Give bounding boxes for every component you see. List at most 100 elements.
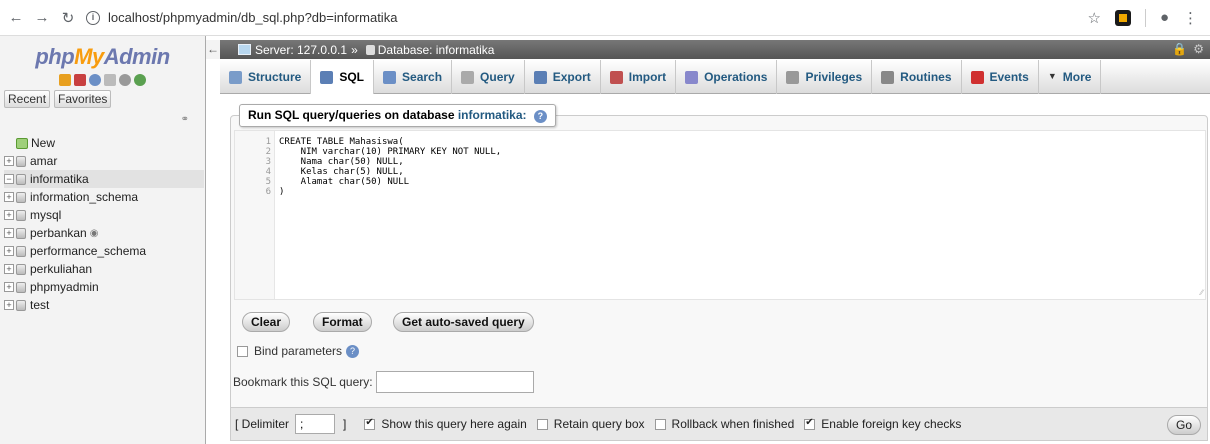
expand-icon[interactable]: + [4,228,14,238]
tree-item-label[interactable]: informatika [30,172,89,186]
phpmyadmin-logo[interactable]: phpMyAdmin [0,44,205,70]
nav-quick-icons [0,74,205,86]
help-icon[interactable]: ? [533,110,547,123]
tab-more[interactable]: ▼ More [1039,60,1102,94]
tree-item-label[interactable]: amar [30,154,57,168]
bind-parameters-checkbox[interactable] [237,345,248,357]
tree-item-label[interactable]: test [30,298,49,312]
account-icon[interactable]: ● [1160,9,1169,26]
expand-icon[interactable]: − [4,174,14,184]
help-icon[interactable] [89,74,101,86]
tab-routines[interactable]: Routines [872,60,962,94]
code-text: Nama char(50) NULL, [279,157,404,167]
help-icon[interactable]: ? [346,344,360,358]
get-autosaved-query-button[interactable]: Get auto-saved query [393,312,534,332]
reload-icon[interactable]: ↻ [58,8,78,28]
tab-import[interactable]: Import [601,60,677,94]
tree-item-label[interactable]: mysql [30,208,61,222]
star-icon[interactable]: ☆ [1087,9,1100,27]
sql-query-editor[interactable]: ⁄⁄ 1 CREATE TABLE Mahasiswa(2 NIM varchar… [234,130,1206,300]
tree-item-label[interactable]: perkuliahan [30,262,92,276]
tree-item-database[interactable]: + mysql [4,206,204,224]
database-icon [16,245,26,257]
favorites-tab[interactable]: Favorites [54,90,112,108]
delimiter-input[interactable] [295,414,336,434]
expand-icon[interactable]: + [4,210,14,220]
tab-export[interactable]: Export [525,60,601,94]
foreign-key-checks-checkbox[interactable] [804,417,816,430]
format-button[interactable]: Format [313,312,372,332]
rollback-checkbox[interactable] [654,418,666,430]
line-number: 6 [265,187,271,197]
recent-tab[interactable]: Recent [4,90,51,108]
reload-nav-icon[interactable] [134,74,146,86]
privileges-icon [786,70,800,84]
line-number: 5 [265,177,271,187]
logout-icon[interactable] [74,74,86,86]
tree-item-database[interactable]: + phpmyadmin [4,278,204,296]
kebab-menu-icon[interactable]: ⋮ [1183,9,1198,27]
collapse-nav-icon[interactable]: ← [206,40,220,59]
tree-item-label[interactable]: phpmyadmin [30,280,99,294]
tab-label: More [1062,70,1092,84]
expand-icon[interactable]: + [4,246,14,256]
sql-icon [320,70,334,84]
tree-item-database[interactable]: + test [4,296,204,314]
tab-sql[interactable]: SQL [311,60,375,94]
breadcrumb-database[interactable]: Database: informatika [378,43,495,57]
breadcrumb-server[interactable]: Server: 127.0.0.1 [255,43,347,57]
breadcrumb: ← Server: 127.0.0.1 » Database: informat… [206,40,1210,59]
expand-icon[interactable]: + [4,264,14,274]
tab-label: Privileges [805,70,863,84]
structure-icon [229,70,242,84]
show-hidden-eye-icon[interactable]: ◉ [90,228,99,239]
expand-icon[interactable]: + [4,192,14,202]
database-icon [16,299,26,311]
tree-item-database[interactable]: + performance_schema [4,242,204,260]
clear-button[interactable]: Clear [242,312,291,332]
info-icon[interactable]: i [86,10,100,25]
tab-events[interactable]: Events [962,60,1039,94]
tab-operations[interactable]: Operations [676,60,778,94]
tab-structure[interactable]: Structure [220,60,312,94]
tree-item-database[interactable]: + amar [4,152,204,170]
tab-search[interactable]: Search [374,60,453,94]
show-query-again-checkbox[interactable] [364,417,376,430]
address-bar[interactable]: i localhost/phpmyadmin/db_sql.php?db=inf… [86,4,1087,32]
resize-handle-icon[interactable]: ⁄⁄ [1200,288,1203,297]
database-icon [16,155,26,167]
bookmark-input[interactable] [375,371,534,393]
back-arrow-icon[interactable]: ← [6,8,26,28]
events-icon [970,70,984,84]
go-button[interactable]: Go [1166,415,1201,435]
expand-icon[interactable]: + [4,156,14,166]
tree-item-database[interactable]: + perbankan ◉ [4,224,204,242]
home-icon[interactable] [59,74,71,86]
extension-icon[interactable] [1114,9,1131,26]
lock-icon[interactable]: 🔒 [1172,42,1187,56]
tab-privileges[interactable]: Privileges [777,60,873,94]
expand-icon[interactable]: + [4,300,14,310]
tree-item-database[interactable]: + perkuliahan [4,260,204,278]
gear-icon[interactable]: ⚙ [1193,42,1204,56]
tree-item-label[interactable]: New [31,136,55,150]
settings-icon[interactable] [119,74,131,86]
tree-item-label[interactable]: perbankan [30,226,87,240]
main-menu: Structure SQL Search Query Export Import Opera… [220,60,1210,94]
tab-query[interactable]: Query [452,60,525,94]
retain-query-box-checkbox[interactable] [536,418,548,430]
tree-connector-icon [4,138,14,148]
routines-icon [881,70,895,84]
link-icon[interactable]: ⚭ [181,114,189,125]
expand-icon[interactable]: + [4,282,14,292]
tree-item-database[interactable]: + information_schema [4,188,204,206]
tree-item-database[interactable]: − informatika [4,170,204,188]
tree-item-new[interactable]: New [4,134,204,152]
bind-parameters-row: Bind parameters ? [237,344,360,358]
tree-item-label[interactable]: information_schema [30,190,138,204]
line-number: 1 [265,137,271,147]
docs-icon[interactable] [104,74,116,86]
tree-item-label[interactable]: performance_schema [30,244,146,258]
forward-arrow-icon[interactable]: → [32,8,52,28]
database-icon [16,281,26,293]
